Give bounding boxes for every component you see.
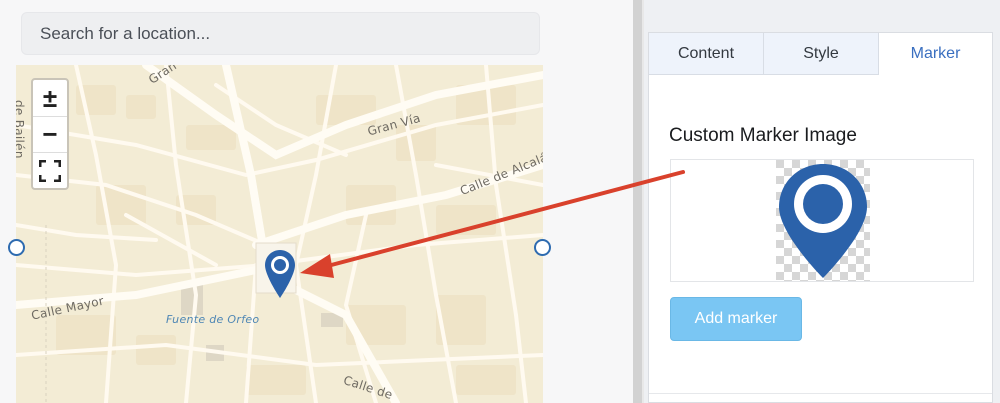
map-canvas[interactable]: Gran Vía Gran Vía Calle de Alcalá Calle … [16, 65, 543, 403]
map-editor-pane: Gran Vía Gran Vía Calle de Alcalá Calle … [0, 0, 633, 403]
panel-divider [649, 393, 992, 394]
marker-settings-panel: Content Style Marker Custom Marker Image [648, 32, 993, 403]
resize-handle-right[interactable] [534, 239, 551, 256]
zoom-controls: ± − [31, 78, 69, 190]
fullscreen-button[interactable] [33, 152, 67, 188]
street-label-bailen: de Bailén [16, 100, 26, 159]
settings-pane: Content Style Marker Custom Marker Image [644, 0, 1000, 403]
fullscreen-icon [39, 159, 61, 182]
street-map [16, 65, 543, 403]
zoom-in-button[interactable]: ± [33, 80, 67, 116]
custom-marker-preview [776, 160, 870, 281]
add-marker-button[interactable]: Add marker [670, 297, 802, 341]
search-box[interactable] [21, 12, 540, 55]
settings-tabs: Content Style Marker [649, 33, 992, 75]
location-search-input[interactable] [22, 13, 539, 54]
section-title: Custom Marker Image [669, 125, 857, 146]
tab-marker[interactable]: Marker [879, 33, 992, 75]
pane-divider[interactable] [633, 0, 642, 403]
resize-handle-left[interactable] [8, 239, 25, 256]
place-label-fuente-de-orfeo: Fuente de Orfeo [166, 313, 260, 326]
map-marker-icon[interactable] [265, 250, 295, 298]
tab-content[interactable]: Content [649, 33, 764, 75]
tab-style[interactable]: Style [764, 33, 879, 75]
marker-image-picker[interactable] [670, 159, 974, 282]
zoom-out-button[interactable]: − [33, 116, 67, 152]
